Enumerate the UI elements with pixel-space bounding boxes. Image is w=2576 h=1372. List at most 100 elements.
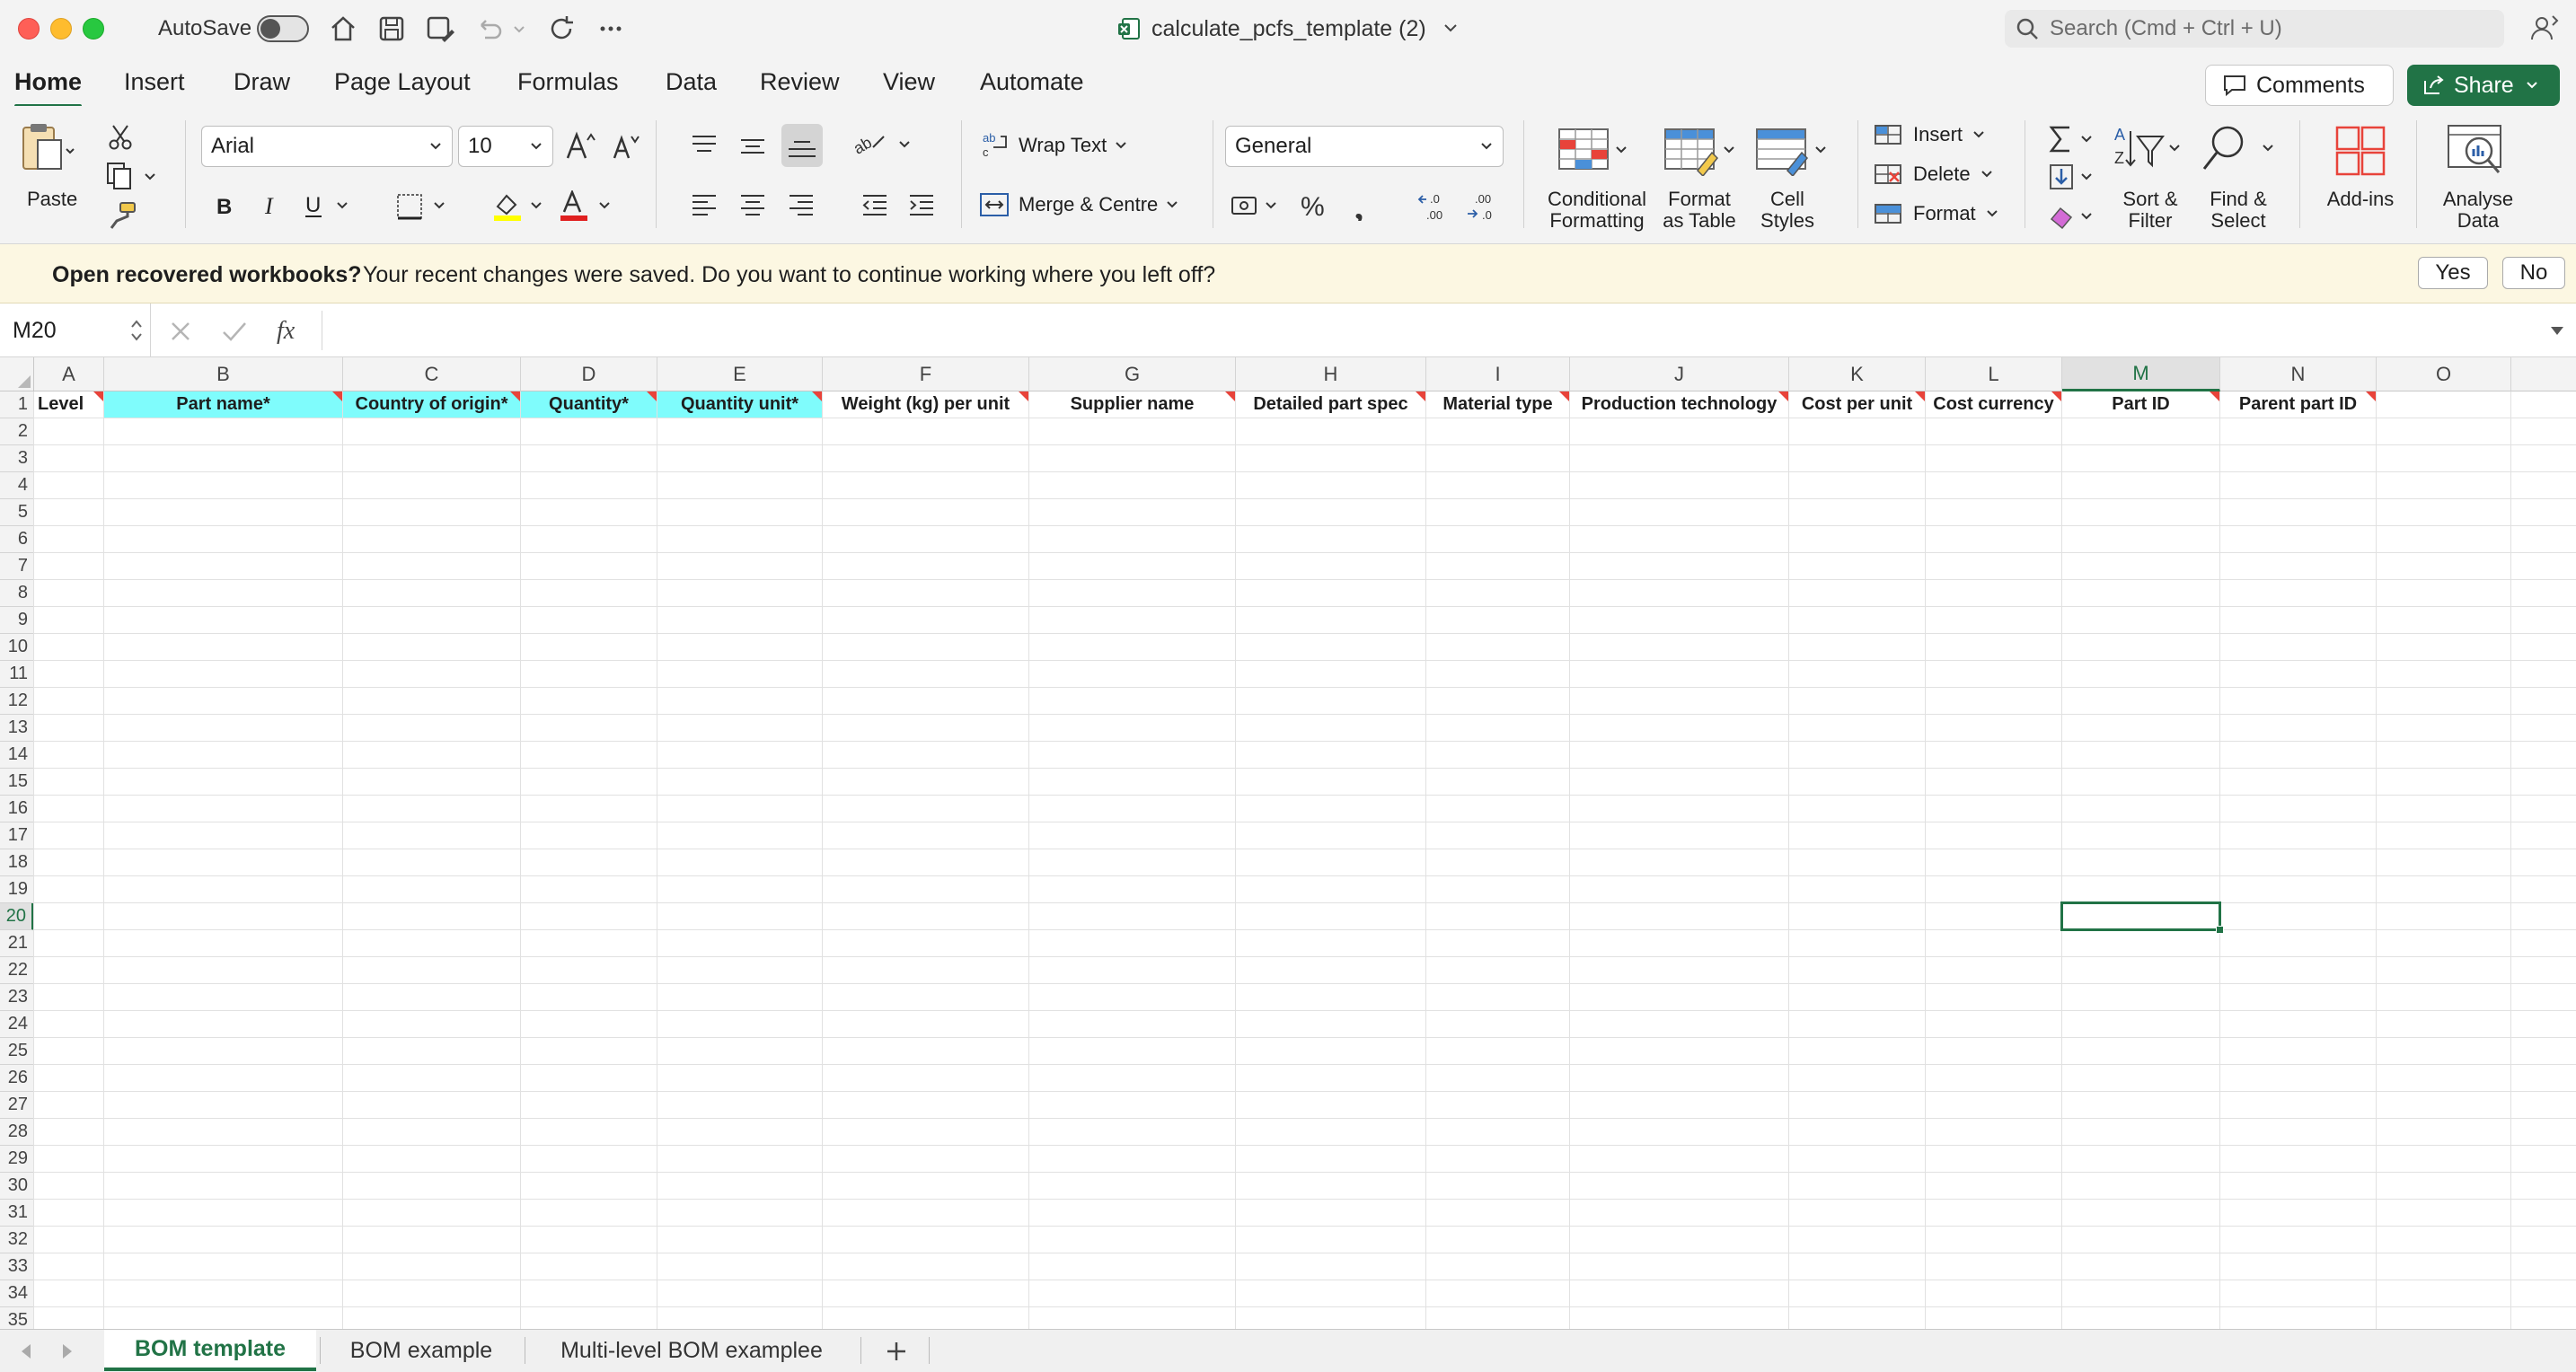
font-size-select[interactable]: 10	[458, 126, 553, 167]
row-header-3[interactable]: 3	[0, 445, 34, 472]
row-header-13[interactable]: 13	[0, 715, 34, 742]
row-header-15[interactable]: 15	[0, 769, 34, 796]
row-header-21[interactable]: 21	[0, 930, 34, 957]
column-header-f[interactable]: F	[823, 357, 1029, 391]
paste-icon[interactable]	[18, 122, 77, 176]
comment-indicator[interactable]	[510, 391, 520, 401]
orientation-icon[interactable]: ab	[853, 129, 918, 160]
comment-indicator[interactable]	[2210, 391, 2219, 401]
minimize-window-button[interactable]	[50, 18, 72, 40]
name-box-stepper-icon[interactable]	[130, 314, 143, 347]
fill-handle[interactable]	[2216, 926, 2224, 934]
row-header-19[interactable]: 19	[0, 876, 34, 903]
comment-indicator[interactable]	[332, 391, 342, 401]
column-header-i[interactable]: I	[1426, 357, 1570, 391]
comment-indicator[interactable]	[2051, 391, 2061, 401]
sheet-tab-bom-template[interactable]: BOM template	[104, 1330, 316, 1371]
header-cell-f1[interactable]: Weight (kg) per unit	[823, 391, 1028, 418]
tab-review[interactable]: Review	[760, 68, 840, 96]
increase-decimal-icon[interactable]: .0.00	[1417, 190, 1453, 223]
scroll-left-icon[interactable]	[18, 1342, 34, 1360]
fill-down-icon[interactable]	[2048, 162, 2100, 192]
undo-dropdown-icon[interactable]	[510, 13, 528, 45]
row-header-31[interactable]: 31	[0, 1200, 34, 1227]
row-header-10[interactable]: 10	[0, 634, 34, 661]
column-header-e[interactable]: E	[657, 357, 823, 391]
wrap-text-button[interactable]: ab c Wrap Text	[983, 131, 1128, 160]
add-sheet-icon[interactable]	[884, 1339, 909, 1364]
row-header-30[interactable]: 30	[0, 1173, 34, 1200]
expand-formula-bar-icon[interactable]	[2549, 325, 2565, 338]
decrease-font-size-icon[interactable]	[611, 133, 643, 162]
comments-button[interactable]: Comments	[2205, 65, 2394, 106]
number-format-select[interactable]: General	[1225, 126, 1504, 167]
column-header-b[interactable]: B	[104, 357, 343, 391]
row-header-6[interactable]: 6	[0, 526, 34, 553]
column-header-n[interactable]: N	[2220, 357, 2377, 391]
sheet-tab-bom-example[interactable]: BOM example	[322, 1330, 521, 1371]
save-icon[interactable]	[375, 13, 408, 45]
column-header-k[interactable]: K	[1789, 357, 1926, 391]
tab-insert[interactable]: Insert	[124, 68, 185, 96]
row-header-8[interactable]: 8	[0, 580, 34, 607]
format-cells-button[interactable]: Format	[1874, 201, 1999, 226]
percent-style-icon[interactable]: %	[1299, 190, 1329, 221]
cancel-entry-icon[interactable]	[169, 320, 192, 343]
row-header-22[interactable]: 22	[0, 957, 34, 984]
tab-draw[interactable]: Draw	[234, 68, 290, 96]
row-header-5[interactable]: 5	[0, 499, 34, 526]
align-bottom-icon[interactable]	[781, 124, 823, 167]
decrease-indent-icon[interactable]	[860, 192, 889, 219]
row-header-32[interactable]: 32	[0, 1227, 34, 1253]
conditional-formatting-icon[interactable]	[1556, 126, 1631, 176]
align-left-icon[interactable]	[690, 192, 719, 219]
fill-color-icon[interactable]	[490, 190, 550, 223]
header-cell-m1[interactable]: Part ID	[2062, 391, 2219, 418]
row-header-14[interactable]: 14	[0, 742, 34, 769]
align-center-icon[interactable]	[738, 192, 767, 219]
align-right-icon[interactable]	[787, 192, 816, 219]
find-select-icon[interactable]	[2201, 124, 2278, 178]
font-name-select[interactable]: Arial	[201, 126, 453, 167]
column-header-l[interactable]: L	[1926, 357, 2062, 391]
comment-indicator[interactable]	[1915, 391, 1925, 401]
row-header-4[interactable]: 4	[0, 472, 34, 499]
row-header-25[interactable]: 25	[0, 1038, 34, 1065]
row-header-27[interactable]: 27	[0, 1092, 34, 1119]
header-cell-g1[interactable]: Supplier name	[1029, 391, 1235, 418]
underline-icon[interactable]: U	[304, 192, 354, 219]
search-box[interactable]: Search (Cmd + Ctrl + U)	[2005, 10, 2504, 48]
confirm-entry-icon[interactable]	[221, 320, 248, 343]
header-cell-l1[interactable]: Cost currency	[1926, 391, 2061, 418]
add-ins-icon[interactable]	[2333, 124, 2387, 178]
row-header-23[interactable]: 23	[0, 984, 34, 1011]
clear-icon[interactable]	[2048, 201, 2100, 232]
comment-indicator[interactable]	[93, 391, 103, 401]
row-header-26[interactable]: 26	[0, 1065, 34, 1092]
more-icon[interactable]	[595, 13, 627, 45]
header-cell-h1[interactable]: Detailed part spec	[1236, 391, 1425, 418]
row-header-1[interactable]: 1	[0, 391, 34, 418]
header-cell-k1[interactable]: Cost per unit	[1789, 391, 1925, 418]
column-header-c[interactable]: C	[343, 357, 521, 391]
column-header-g[interactable]: G	[1029, 357, 1236, 391]
comment-indicator[interactable]	[1225, 391, 1235, 401]
column-header-o[interactable]: O	[2377, 357, 2511, 391]
worksheet-grid[interactable]: A B C D E F G H I J K L M N O 1 2 3 4 5 6 7 8 9 10 11 12 13 14 15 16 17…	[0, 357, 2576, 1329]
message-no-button[interactable]: No	[2502, 257, 2565, 289]
row-header-18[interactable]: 18	[0, 849, 34, 876]
comma-style-icon[interactable]: ,	[1349, 190, 1372, 221]
insert-function-icon[interactable]: fx	[273, 314, 309, 347]
header-cell-b1[interactable]: Part name*	[104, 391, 342, 418]
selected-cell[interactable]	[2060, 901, 2224, 934]
column-header-m[interactable]: M	[2062, 357, 2220, 391]
row-header-33[interactable]: 33	[0, 1253, 34, 1280]
delete-cells-button[interactable]: Delete	[1874, 162, 1994, 187]
row-header-28[interactable]: 28	[0, 1119, 34, 1146]
redo-icon[interactable]	[546, 13, 578, 45]
title-chevron-down-icon[interactable]	[1442, 22, 1459, 34]
row-header-7[interactable]: 7	[0, 553, 34, 580]
row-header-16[interactable]: 16	[0, 796, 34, 822]
tab-page-layout[interactable]: Page Layout	[334, 68, 471, 96]
comment-indicator[interactable]	[812, 391, 822, 401]
